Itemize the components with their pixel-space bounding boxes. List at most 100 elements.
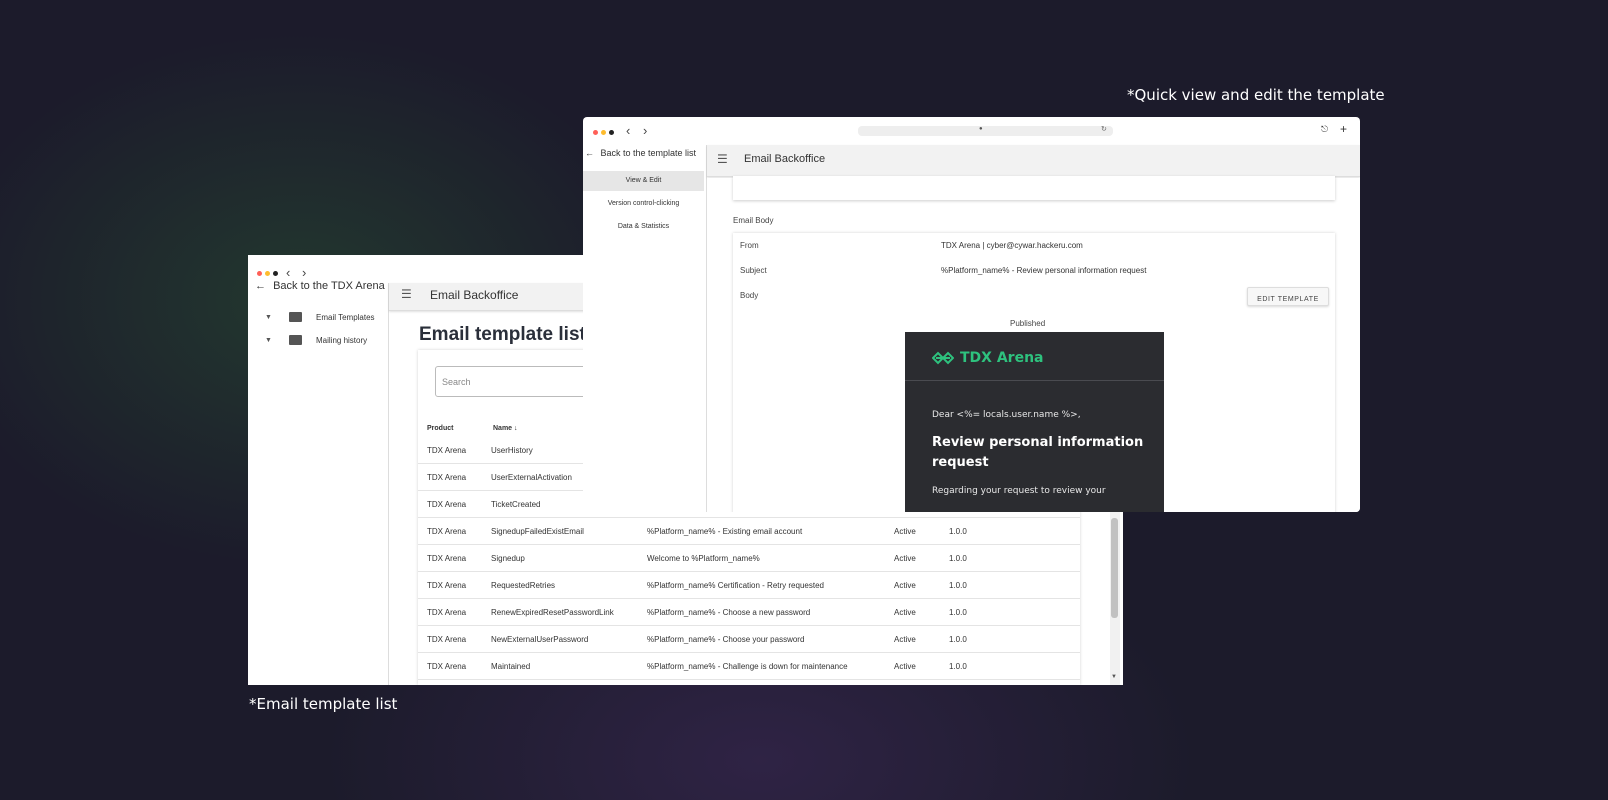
arrow-left-icon: ← (585, 148, 594, 158)
maximize-dot[interactable] (609, 130, 614, 135)
menu-version-control[interactable]: Version control-clicking (583, 194, 704, 214)
email-headline: Review personal information request (932, 435, 1144, 470)
close-dot[interactable] (593, 130, 598, 135)
status-badge: Published (1010, 319, 1046, 328)
scrollbar-thumb[interactable] (1111, 518, 1118, 618)
cell-name: SignedupFailedExistEmail (491, 527, 584, 536)
cell-status: Active (894, 581, 916, 590)
cell-version: 1.0.0 (949, 581, 967, 590)
page-title: Email template list (419, 324, 586, 345)
greeting: Dear <%= locals.user.name %>, (932, 410, 1081, 420)
close-dot[interactable] (257, 271, 262, 276)
scroll-down-icon[interactable]: ▼ (1111, 674, 1117, 680)
cell-name: Signedup (491, 554, 525, 563)
cell-name: Maintained (491, 662, 531, 671)
new-tab-icon[interactable]: + (1340, 122, 1347, 136)
address-bar[interactable]: ● ↻ (858, 126, 1113, 136)
app-title: Email Backoffice (744, 153, 826, 165)
back-arrow-icon[interactable]: ‹ (286, 265, 290, 280)
back-arrow-icon[interactable]: ‹ (626, 123, 630, 138)
cell-version: 1.0.0 (949, 635, 967, 644)
cell-product: TDX Arena (427, 608, 467, 617)
table-row[interactable]: TDX Arena RenewExpiredResetPasswordLink %P… (418, 599, 1080, 626)
tdx-logo-icon (932, 351, 954, 365)
body-label: Body (740, 291, 759, 300)
window-controls (257, 271, 278, 276)
maximize-dot[interactable] (273, 271, 278, 276)
brand-name: TDX Arena (960, 350, 1044, 366)
expand-triangle-icon[interactable]: ▼ (265, 337, 272, 344)
caption-quick-view: *Quick view and edit the template (1127, 86, 1385, 104)
sidebar-item-label: Email Templates (316, 313, 375, 322)
share-icon[interactable]: ⎋ (1321, 124, 1328, 135)
sidebar-item-email-templates[interactable]: ▼ Email Templates (248, 311, 389, 331)
cell-name: UserExternalActivation (491, 473, 572, 482)
menu-icon[interactable]: ☰ (401, 287, 412, 301)
cell-product: TDX Arena (427, 527, 467, 536)
table-row[interactable]: TDX Arena SignedupFailedExistEmail %Platfo… (418, 518, 1080, 545)
divider (905, 380, 1164, 381)
email-body-text: Regarding your request to review your (932, 486, 1106, 496)
cell-product: TDX Arena (427, 554, 467, 563)
cell-product: TDX Arena (427, 473, 467, 482)
sidebar: ← Back to the TDX Arena ▼ Email Template… (248, 280, 389, 685)
subject-value: %Platform_name% - Review personal inform… (941, 266, 1147, 275)
header-card (733, 176, 1335, 200)
sidebar-item-label: Mailing history (316, 336, 368, 345)
cell-product: TDX Arena (427, 635, 467, 644)
cell-subject: %Platform_name% - Existing email account (647, 527, 803, 536)
from-value: TDX Arena | cyber@cywar.hackeru.com (941, 241, 1083, 250)
search-input[interactable]: Search (435, 366, 595, 397)
email-body-card: From TDX Arena | cyber@cywar.hackeru.com… (733, 233, 1335, 512)
reload-icon[interactable]: ↻ (1101, 125, 1107, 133)
lock-icon: ● (979, 126, 983, 132)
detail-sidebar: ← Back to the template list View & Edit … (583, 145, 707, 512)
back-link-label: Back to the TDX Arena (273, 280, 385, 292)
cell-subject: Welcome to %Platform_name% (647, 554, 760, 563)
cell-status: Active (894, 635, 916, 644)
cell-subject: %Platform_name% - Choose a new password (647, 608, 811, 617)
table-row[interactable]: TDX Arena Maintained %Platform_name% - Cha… (418, 653, 1080, 680)
table-row[interactable]: TDX Arena Signedup Welcome to %Platform_na… (418, 545, 1080, 572)
section-label: Email Body (733, 216, 774, 225)
app-title: Email Backoffice (430, 288, 519, 302)
column-header-name-label: Name (493, 425, 513, 432)
table-row[interactable]: TDX Arena NewExternalUserPassword %Platfor… (418, 626, 1080, 653)
cell-version: 1.0.0 (949, 527, 967, 536)
cell-status: Active (894, 527, 916, 536)
caption-template-list: *Email template list (249, 695, 398, 713)
subject-label: Subject (740, 266, 767, 275)
back-to-template-list-link[interactable]: ← Back to the template list (585, 148, 696, 158)
sidebar-item-mailing-history[interactable]: ▼ Mailing history (248, 334, 389, 354)
menu-view-edit[interactable]: View & Edit (583, 171, 704, 191)
brand-logo: TDX Arena (932, 350, 1044, 366)
edit-template-button[interactable]: EDIT TEMPLATE (1247, 287, 1329, 306)
cell-subject: %Platform_name% - Choose your password (647, 635, 805, 644)
minimize-dot[interactable] (265, 271, 270, 276)
cell-status: Active (894, 662, 916, 671)
back-to-arena-link[interactable]: ← Back to the TDX Arena (255, 280, 385, 292)
cell-status: Active (894, 608, 916, 617)
back-link-label: Back to the template list (600, 148, 697, 158)
email-preview: TDX Arena Dear <%= locals.user.name %>, … (905, 332, 1164, 512)
menu-data-statistics[interactable]: Data & Statistics (583, 217, 704, 237)
cell-name: TicketCreated (491, 500, 541, 509)
forward-arrow-icon[interactable]: › (643, 123, 647, 138)
cell-name: UserHistory (491, 446, 533, 455)
cell-version: 1.0.0 (949, 554, 967, 563)
column-header-name[interactable]: Name ↓ (493, 425, 518, 432)
arrow-left-icon: ← (255, 280, 266, 292)
minimize-dot[interactable] (601, 130, 606, 135)
expand-triangle-icon[interactable]: ▼ (265, 314, 272, 321)
cell-name: RequestedRetries (491, 581, 556, 590)
menu-icon[interactable]: ☰ (717, 152, 728, 166)
template-detail-window: ‹ › ● ↻ ⎋ + ← Back to the template list … (583, 117, 1360, 512)
forward-arrow-icon[interactable]: › (302, 265, 306, 280)
column-header-product[interactable]: Product (427, 425, 453, 432)
table-row[interactable]: TDX Arena RequestedRetries %Platform_name%… (418, 572, 1080, 599)
cell-product: TDX Arena (427, 581, 467, 590)
cell-product: TDX Arena (427, 662, 467, 671)
cell-subject: %Platform_name% - Challenge is down for … (647, 662, 848, 671)
cell-product: TDX Arena (427, 500, 467, 509)
cell-version: 1.0.0 (949, 608, 967, 617)
